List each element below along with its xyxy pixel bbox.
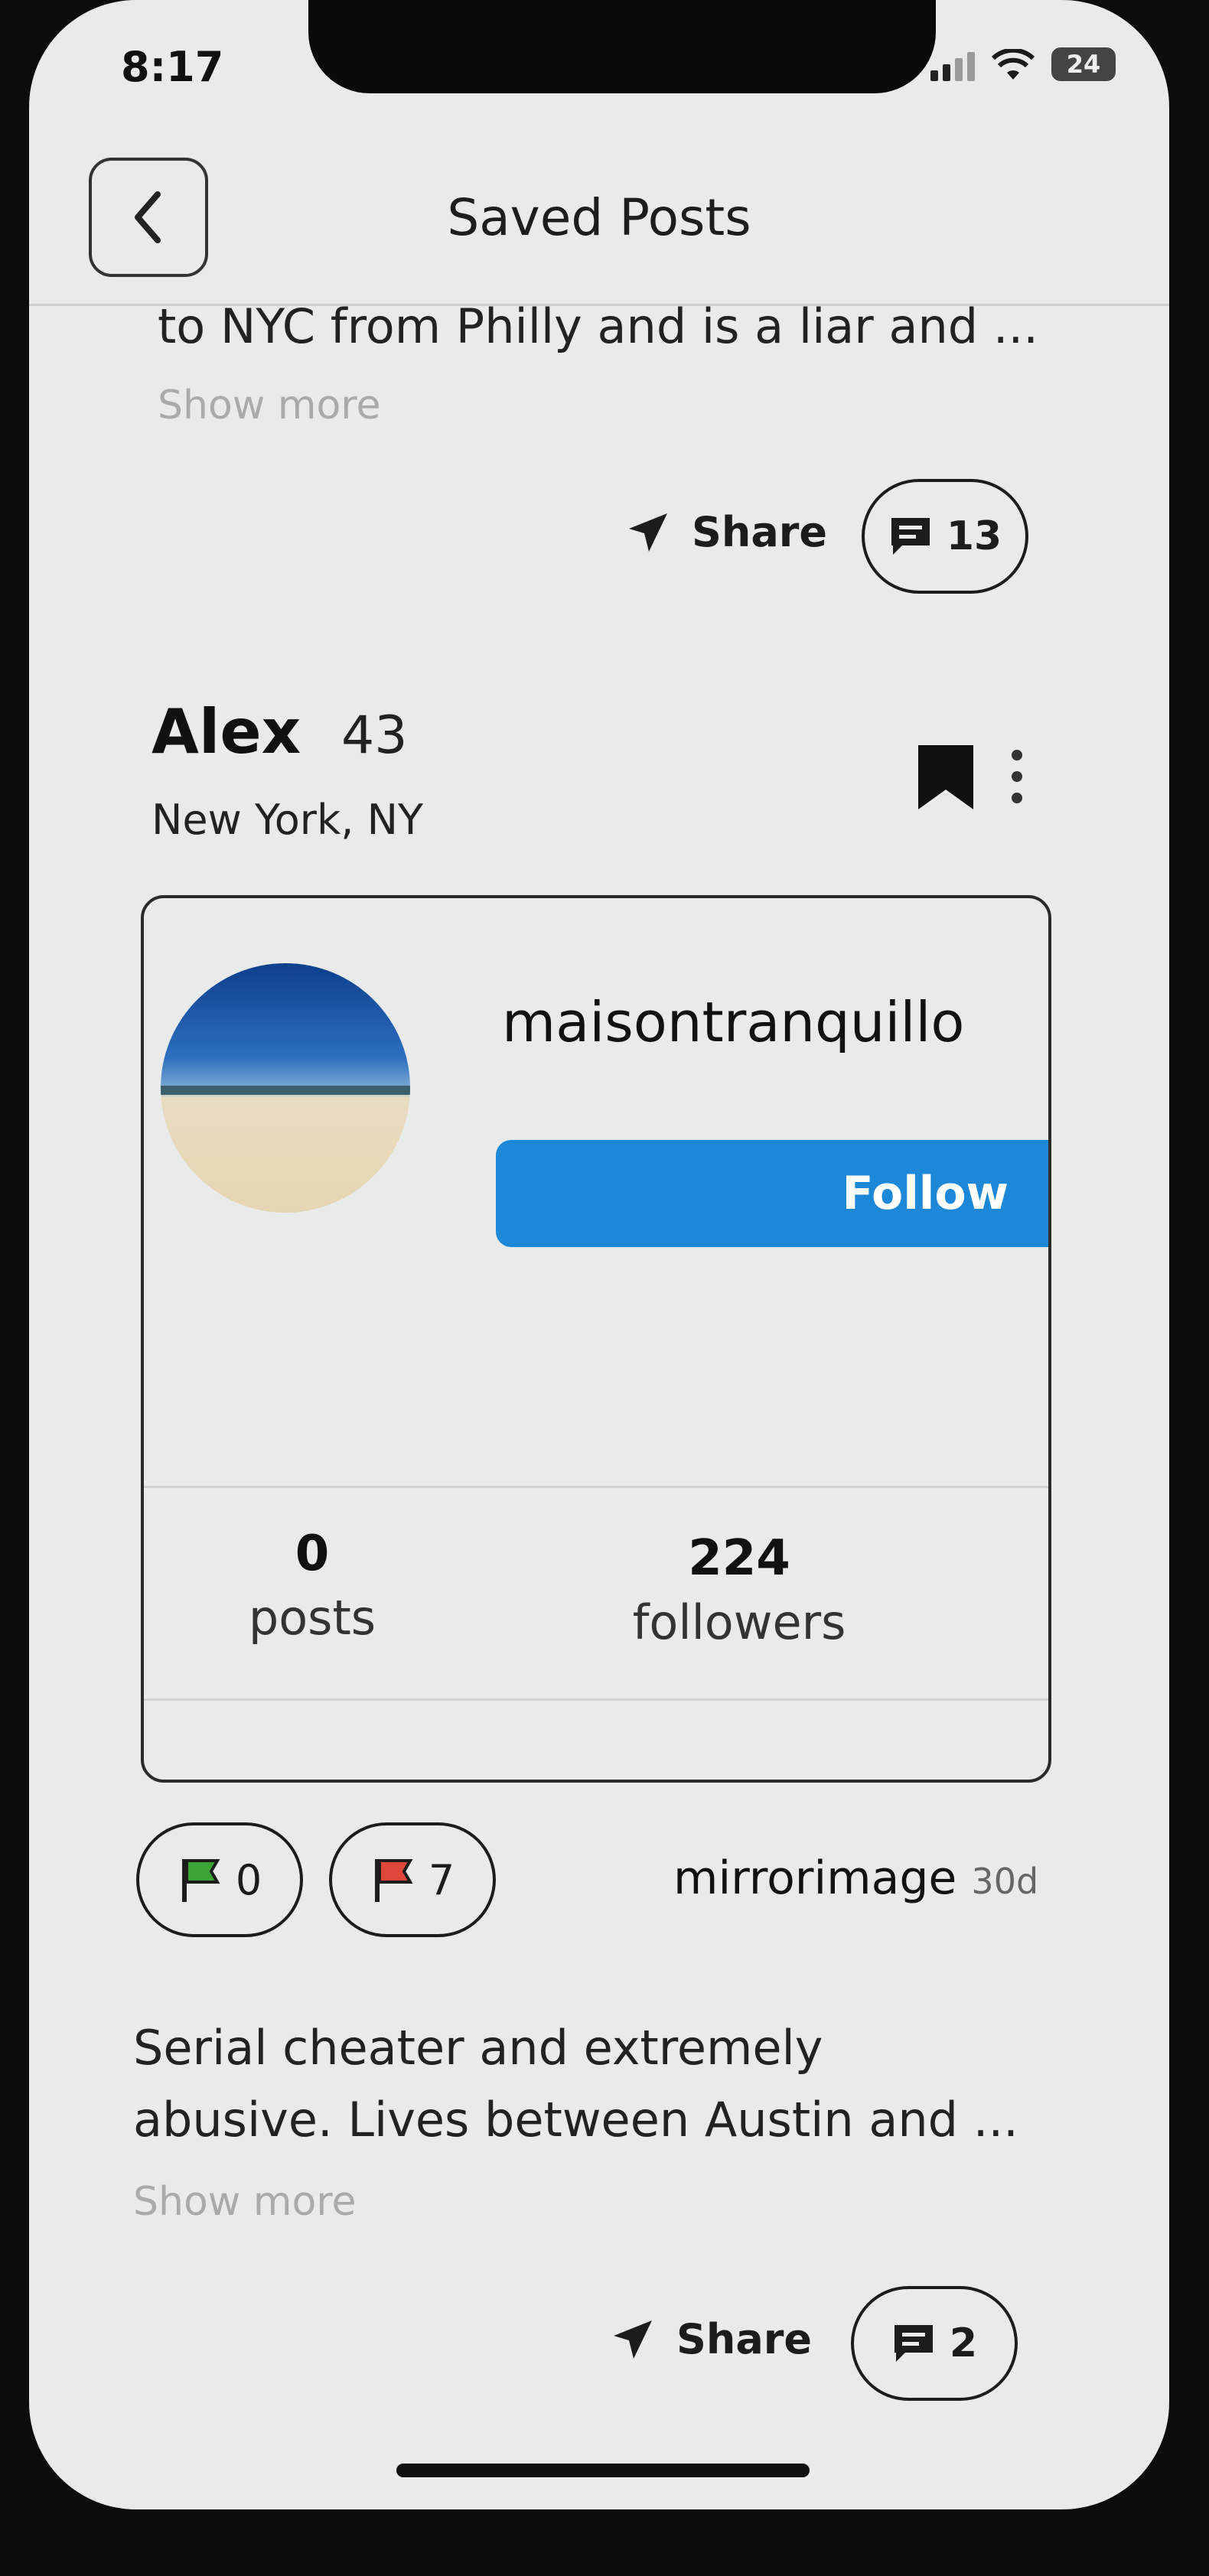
show-more-link[interactable]: Show more (133, 2179, 357, 2225)
author-name: mirrorimage (673, 1851, 957, 1905)
home-indicator[interactable] (396, 2464, 810, 2477)
card-divider (144, 1486, 1048, 1488)
stat-followers: 224 followers (601, 1530, 877, 1650)
post-subject-location: New York, NY (152, 796, 423, 844)
comments-button[interactable]: 13 (862, 479, 1028, 594)
post-age: 30d (971, 1861, 1039, 1902)
show-more-link[interactable]: Show more (158, 383, 381, 428)
status-time: 8:17 (121, 43, 224, 91)
send-icon (614, 2320, 652, 2359)
red-flag-button[interactable]: 7 (329, 1822, 496, 1937)
card-divider (144, 1698, 1048, 1701)
green-flag-icon (181, 1859, 220, 1902)
comments-button[interactable]: 2 (851, 2286, 1018, 2401)
profile-handle[interactable]: maisontranquillo (502, 990, 964, 1054)
more-vertical-icon[interactable] (1012, 750, 1022, 803)
bookmark-icon[interactable] (915, 742, 976, 813)
comment-count: 13 (946, 513, 1002, 559)
comment-count: 2 (949, 2320, 978, 2366)
share-label: Share (676, 2315, 813, 2363)
stat-label: posts (248, 1590, 376, 1646)
post-author[interactable]: mirrorimage 30d (673, 1851, 1038, 1905)
post-text-line: Serial cheater and extremely (133, 2020, 823, 2076)
post-subject-name: Alex (152, 696, 301, 767)
post-text-line: abusive. Lives between Austin and ... (133, 2092, 1018, 2148)
red-flag-icon (374, 1859, 413, 1902)
avatar (161, 963, 410, 1213)
status-icons: 24 (930, 47, 1116, 81)
follow-button[interactable]: Follow (496, 1140, 1048, 1247)
comment-icon (894, 2325, 933, 2362)
green-flag-count: 0 (235, 1855, 262, 1904)
stat-posts: 0 posts (174, 1526, 450, 1646)
signal-icon (930, 50, 975, 81)
post-text-line: to NYC from Philly and is a liar and ... (158, 298, 1038, 354)
share-label: Share (692, 508, 828, 556)
header: Saved Posts (29, 153, 1169, 306)
red-flag-count: 7 (428, 1855, 455, 1904)
page-title: Saved Posts (447, 188, 751, 247)
wifi-icon (992, 49, 1035, 80)
notch (308, 0, 936, 93)
phone-screen: 8:17 24 Saved Posts to NYC from Philly a… (29, 0, 1169, 2509)
battery-icon: 24 (1051, 47, 1116, 81)
green-flag-button[interactable]: 0 (136, 1822, 303, 1937)
stat-value: 0 (295, 1526, 330, 1582)
profile-card: maisontranquillo Follow 0 posts 224 foll… (141, 895, 1051, 1783)
comment-icon (891, 518, 930, 555)
share-button[interactable]: Share (611, 2315, 812, 2363)
stat-value: 224 (688, 1530, 790, 1587)
post-subject-age: 43 (341, 705, 408, 766)
share-button[interactable]: Share (626, 508, 827, 556)
send-icon (629, 513, 667, 552)
stat-label: followers (632, 1594, 846, 1650)
